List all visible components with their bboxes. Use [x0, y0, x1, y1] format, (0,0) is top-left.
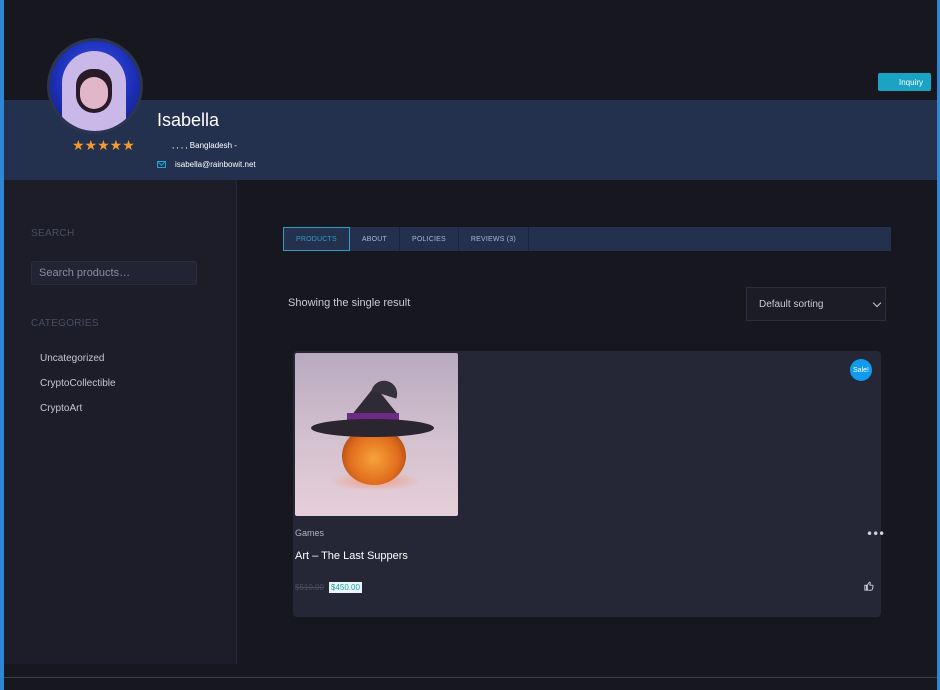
tab-policies[interactable]: POLICIES [400, 227, 459, 251]
footer-divider [4, 677, 937, 678]
vendor-rating-stars: ★★★★★ [72, 138, 135, 154]
product-image[interactable] [295, 353, 458, 516]
product-category[interactable]: Games [295, 528, 324, 538]
tab-products[interactable]: PRODUCTS [283, 227, 350, 251]
product-title[interactable]: Art – The Last Suppers [295, 550, 408, 562]
product-price-old: $510.00 [295, 583, 324, 592]
categories-heading: CATEGORIES [31, 318, 99, 329]
tab-reviews[interactable]: REVIEWS (3) [459, 227, 529, 251]
result-count: Showing the single result [288, 297, 411, 309]
search-heading: SEARCH [31, 228, 75, 239]
product-price-sale: $450.00 [329, 582, 362, 593]
vendor-avatar [47, 38, 143, 134]
tab-about[interactable]: ABOUT [350, 227, 401, 251]
search-products-input[interactable] [31, 261, 197, 285]
vendor-email[interactable]: isabella@rainbowit.net [175, 160, 256, 169]
product-card[interactable]: Sale! Games ••• Art – The Last Suppers $… [293, 351, 885, 617]
mail-icon [157, 160, 166, 168]
more-horizontal-icon[interactable]: ••• [866, 527, 885, 541]
vendor-name: Isabella [157, 110, 220, 130]
vendor-header-band [4, 100, 937, 180]
category-link-uncategorized[interactable]: Uncategorized [40, 353, 104, 364]
sort-select-value: Default sorting [759, 298, 824, 310]
inquiry-button[interactable]: Inquiry [878, 73, 931, 91]
shop-sidebar: SEARCH CATEGORIES Uncategorized CryptoCo… [4, 180, 237, 664]
vendor-email-row: isabella@rainbowit.net [157, 158, 256, 170]
category-link-cryptoart[interactable]: CryptoArt [40, 403, 82, 414]
sale-badge: Sale! [850, 359, 872, 381]
store-tabs: PRODUCTS ABOUT POLICIES REVIEWS (3) [283, 227, 891, 251]
thumbs-up-icon[interactable] [864, 581, 874, 591]
sort-select[interactable]: Default sorting [746, 287, 886, 321]
category-link-cryptocollectible[interactable]: CryptoCollectible [40, 378, 116, 389]
chevron-down-icon [872, 298, 882, 308]
vendor-address: , , , , Bangladesh - [172, 141, 237, 150]
